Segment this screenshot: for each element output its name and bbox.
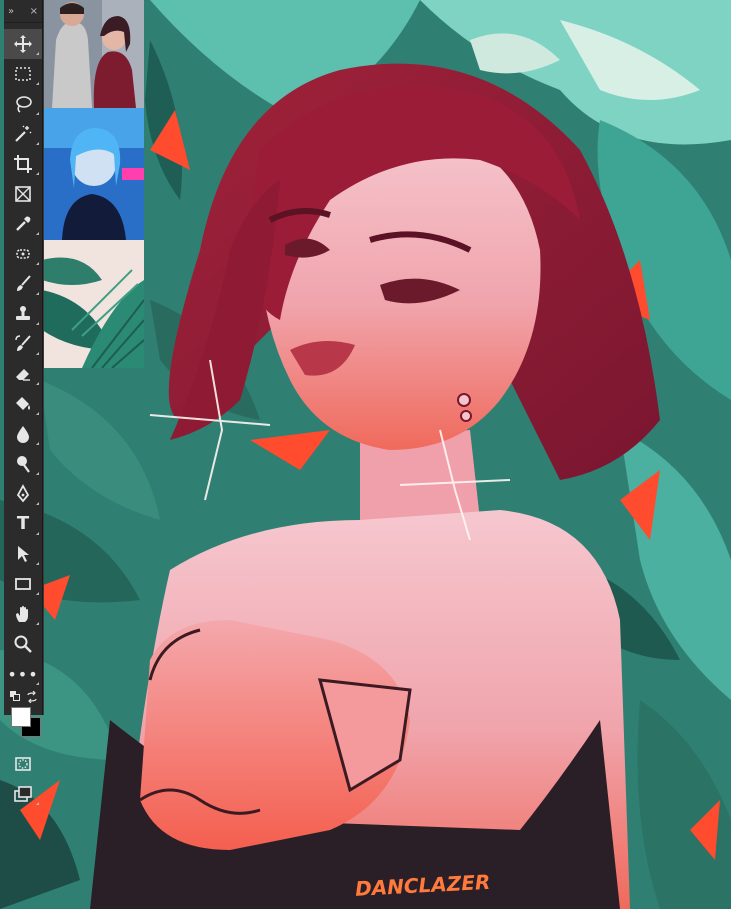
pen-tool-button[interactable]	[4, 479, 42, 509]
screen-mode-button[interactable]	[4, 779, 42, 809]
paint-bucket-icon	[16, 397, 30, 410]
eyedropper-icon	[16, 216, 31, 231]
pen-icon	[16, 484, 30, 503]
zoom-icon	[14, 635, 32, 653]
move-tool-button[interactable]	[4, 29, 42, 59]
quick-mask-icon	[15, 757, 31, 771]
quick-mask-button[interactable]	[4, 749, 42, 779]
brush-tool-button[interactable]	[4, 269, 42, 299]
type-tool-button[interactable]: T	[4, 509, 42, 539]
lasso-tool-button[interactable]	[4, 89, 42, 119]
eyedropper-tool-button[interactable]	[4, 209, 42, 239]
clone-stamp-icon	[16, 306, 30, 320]
rectangle-shape-icon	[15, 578, 31, 590]
frame-icon	[15, 186, 31, 202]
type-icon: T	[16, 513, 30, 534]
marquee-tool-button[interactable]	[4, 59, 42, 89]
close-panel-button[interactable]: ×	[30, 6, 38, 17]
edit-toolbar-button[interactable]: •••	[4, 659, 42, 689]
move-icon	[14, 35, 32, 53]
dodge-icon	[17, 456, 30, 473]
paint-bucket-tool-button[interactable]	[4, 389, 42, 419]
brush-icon	[17, 275, 31, 291]
blur-tool-button[interactable]	[4, 419, 42, 449]
crop-tool-button[interactable]	[4, 149, 42, 179]
frame-tool-button[interactable]	[4, 179, 42, 209]
hand-tool-button[interactable]	[4, 599, 42, 629]
tools-panel: » × T •••	[4, 0, 43, 805]
healing-brush-tool-button[interactable]	[4, 239, 42, 269]
tools-panel-header: » ×	[4, 0, 42, 23]
reference-couple-image	[42, 0, 144, 108]
reference-blue-hair-image	[42, 108, 144, 240]
dodge-tool-button[interactable]	[4, 449, 42, 479]
rect-marquee-icon	[15, 67, 31, 81]
photoshop-workspace: DANCLAZER » × T •••	[0, 0, 731, 909]
collapse-panel-button[interactable]: »	[8, 6, 14, 17]
crop-icon	[14, 155, 32, 173]
blur-drop-icon	[17, 426, 29, 443]
eraser-tool-button[interactable]	[4, 359, 42, 389]
path-selection-tool-button[interactable]	[4, 539, 42, 569]
more-tools-icon: •••	[7, 664, 39, 684]
screen-mode-icon	[14, 786, 32, 802]
magic-wand-tool-button[interactable]	[4, 119, 42, 149]
reference-images-panel	[42, 0, 144, 368]
swap-colors-icon[interactable]	[26, 691, 38, 703]
rectangle-tool-button[interactable]	[4, 569, 42, 599]
healing-brush-icon	[16, 249, 30, 259]
eraser-icon	[16, 369, 30, 381]
magic-wand-icon	[15, 125, 32, 142]
reference-leaves-image	[42, 240, 144, 368]
default-colors-icon[interactable]	[10, 691, 20, 701]
color-swatches	[4, 689, 42, 749]
foreground-color-swatch[interactable]	[11, 707, 31, 727]
clone-stamp-tool-button[interactable]	[4, 299, 42, 329]
hand-icon	[16, 606, 28, 622]
history-brush-icon	[15, 335, 31, 351]
path-selection-icon	[18, 546, 29, 562]
history-brush-tool-button[interactable]	[4, 329, 42, 359]
lasso-icon	[16, 96, 32, 113]
zoom-tool-button[interactable]	[4, 629, 42, 659]
